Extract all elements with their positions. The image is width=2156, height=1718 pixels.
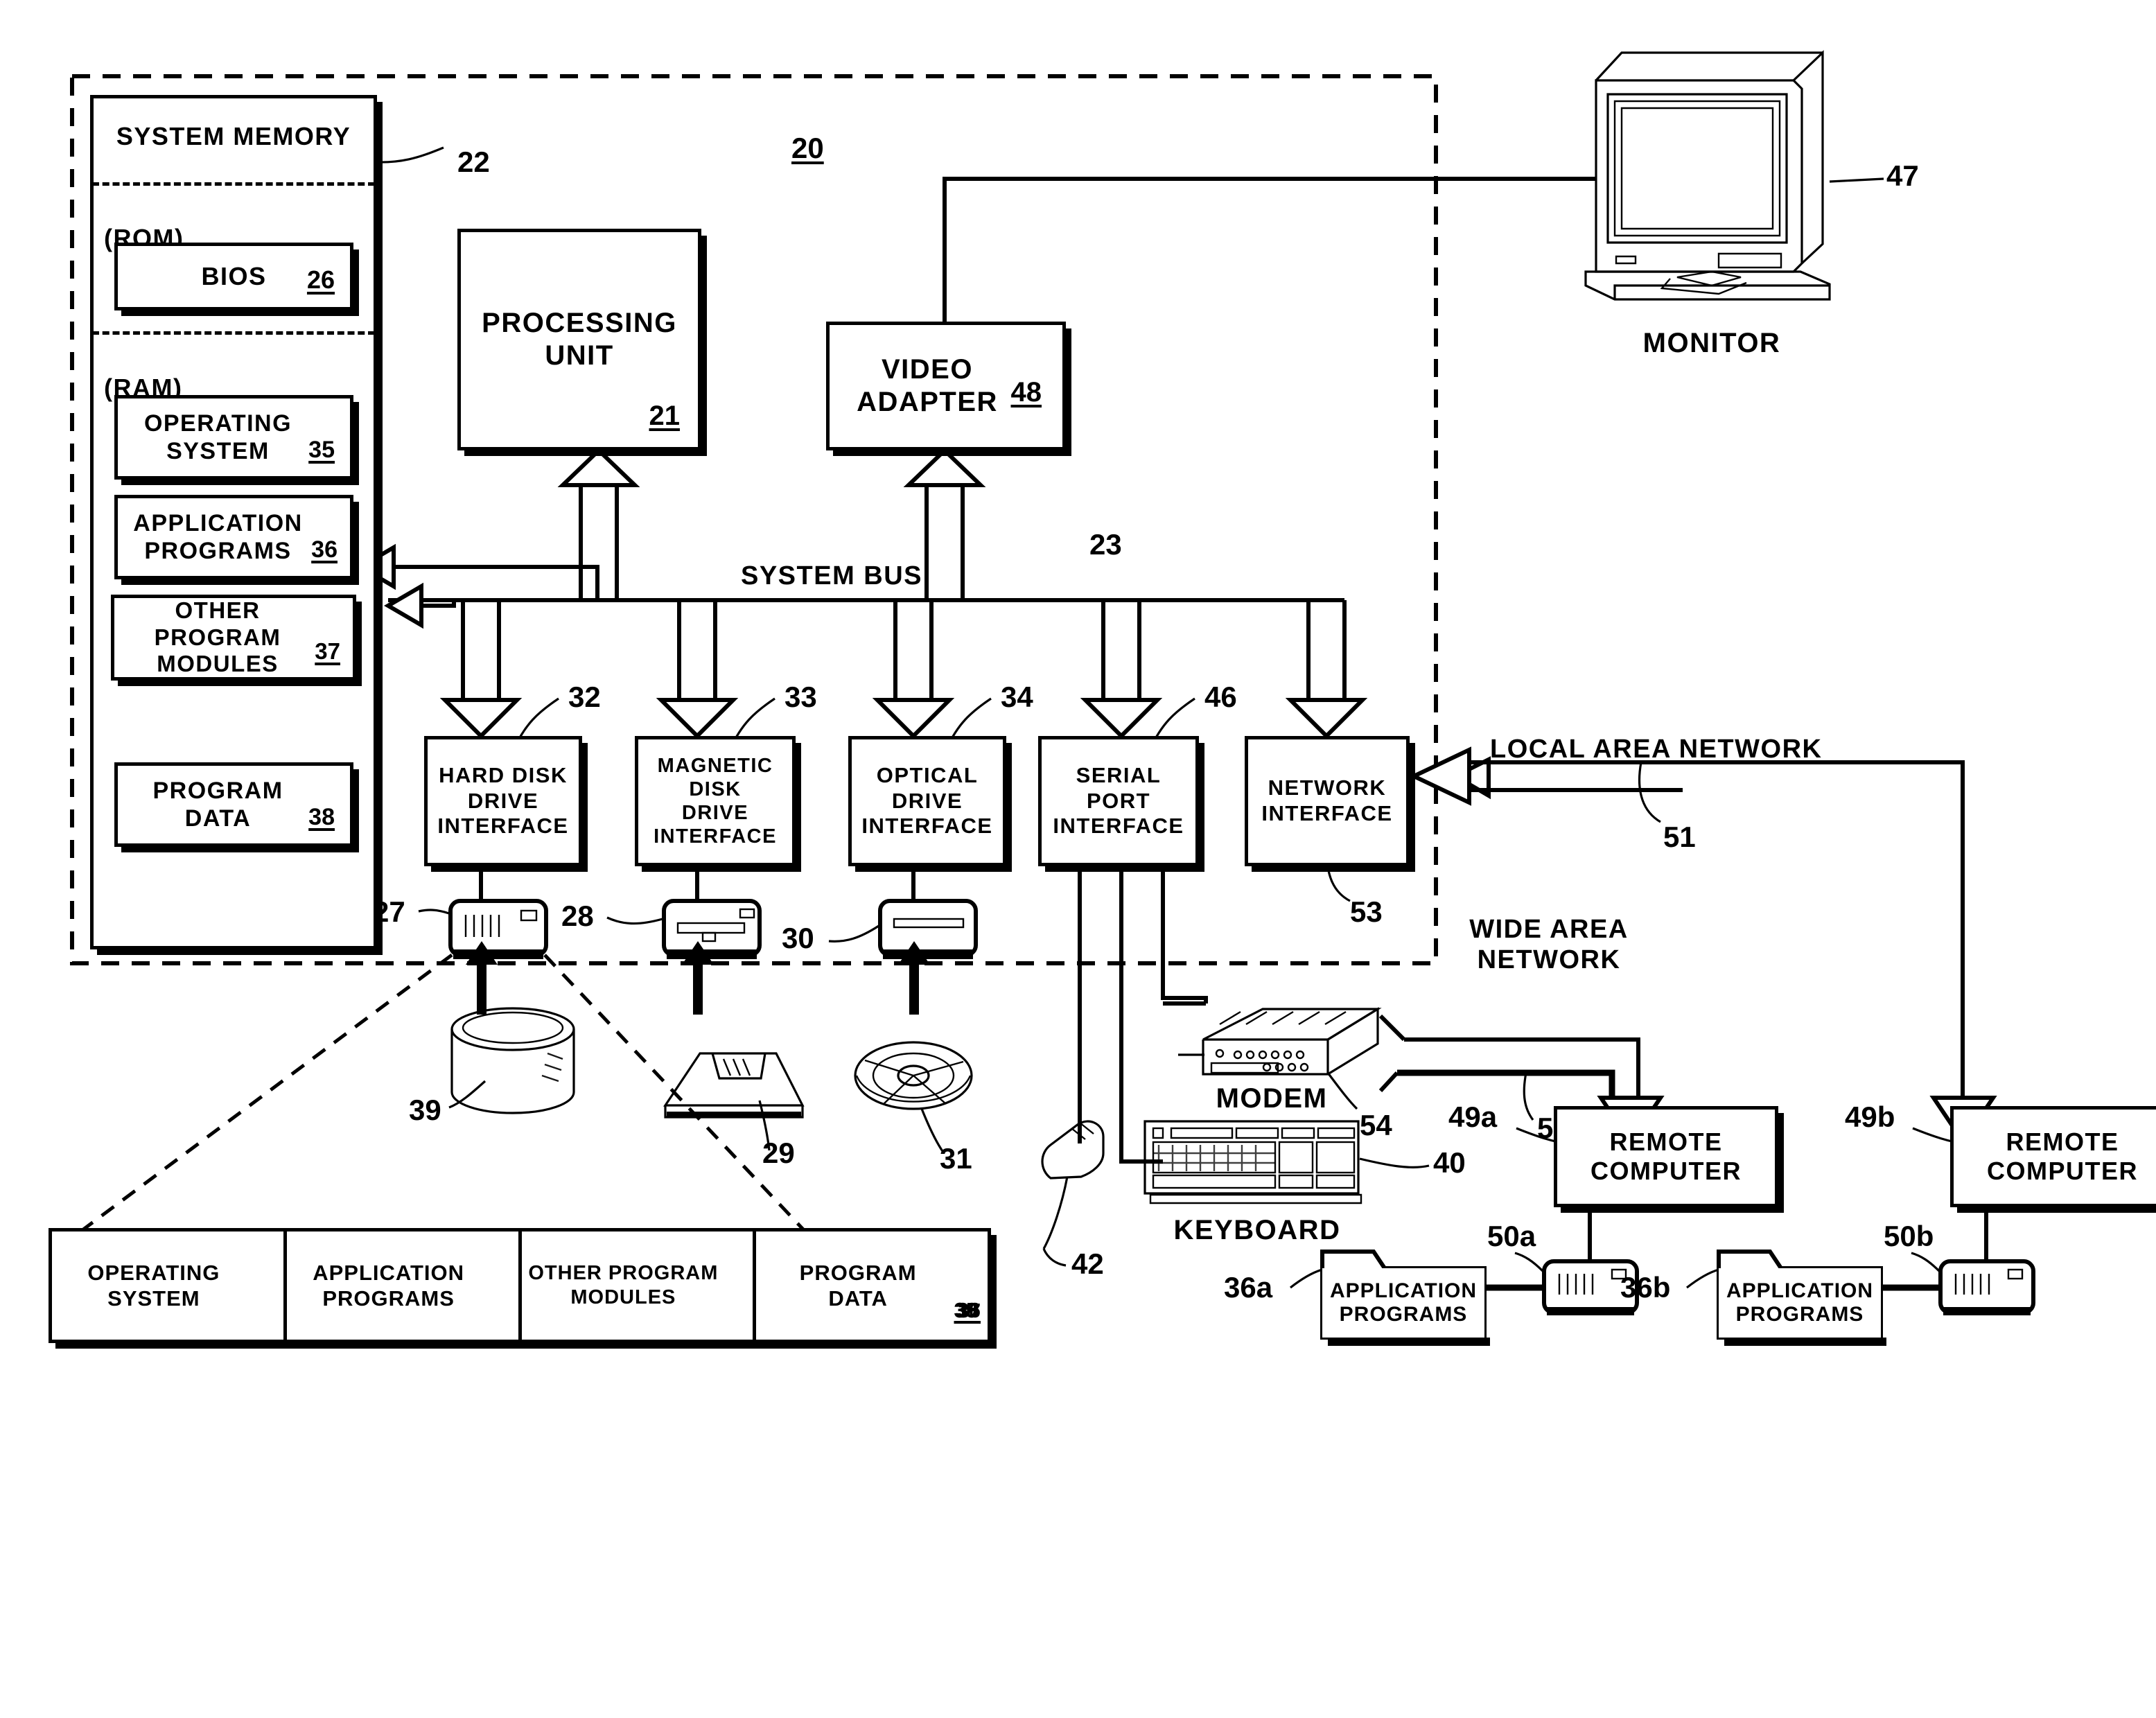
magnetic-disk-drive-interface-ref: 33: [785, 681, 817, 713]
memory-divider-rom: [92, 182, 375, 186]
mouse-ref: 42: [1071, 1247, 1104, 1280]
storage-cell-operating-system: OPERATING SYSTEM 35: [52, 1231, 978, 1340]
hard-disk-platter-icon: [450, 1007, 575, 1114]
storage-cell-other-program-modules: OTHER PROGRAM MODULES 37: [522, 1231, 981, 1340]
optical-drive-ref: 30: [782, 922, 814, 954]
system-bus-label: SYSTEM BUS: [740, 561, 923, 590]
system-bus-ref: 23: [1089, 528, 1122, 561]
remote-computer-b-label: REMOTE COMPUTER: [1987, 1127, 2138, 1185]
floppy-diskette-ref: 29: [762, 1137, 795, 1169]
application-programs-label: APPLICATION PROGRAMS: [133, 509, 303, 564]
serial-port-interface-label: SERIAL PORT INTERFACE: [1053, 763, 1184, 839]
remote-drive-b-icon: [1938, 1259, 2035, 1315]
video-adapter-label: VIDEO ADAPTER: [857, 353, 998, 417]
network-interface-box: NETWORK INTERFACE: [1245, 736, 1410, 866]
hard-disk-platter-ref: 39: [409, 1094, 441, 1126]
optical-drive-icon: [878, 899, 978, 959]
video-adapter-box: VIDEO ADAPTER 48: [826, 322, 1066, 450]
storage-application-programs-label: APPLICATION PROGRAMS: [313, 1260, 465, 1311]
video-adapter-ref: 48: [1010, 377, 1042, 407]
memory-ref-22: 22: [457, 146, 490, 178]
optical-drive-interface-ref: 34: [1001, 681, 1033, 713]
magnetic-disk-drive-ref: 28: [561, 900, 594, 932]
bios-box: BIOS 26: [114, 243, 353, 310]
optical-drive-interface-label: OPTICAL DRIVE INTERFACE: [861, 763, 993, 839]
monitor-icon: [1584, 50, 1831, 301]
serial-port-interface-ref: 46: [1204, 681, 1237, 713]
hard-disk-drive-interface-ref: 32: [568, 681, 601, 713]
remote-computer-a-label: REMOTE COMPUTER: [1590, 1127, 1742, 1185]
magnetic-disk-drive-interface-box: MAGNETIC DISK DRIVE INTERFACE: [635, 736, 796, 866]
operating-system-label: OPERATING SYSTEM: [143, 410, 292, 464]
storage-operating-system-label: OPERATING SYSTEM: [87, 1260, 220, 1311]
ram-item-operating-system: OPERATING SYSTEM 35: [114, 395, 353, 480]
local-area-network-label: LOCAL AREA NETWORK: [1490, 735, 1823, 764]
program-data-label: PROGRAM DATA: [152, 777, 283, 832]
remote-drive-b-ref: 50b: [1884, 1220, 1934, 1252]
mouse-icon: [1041, 1120, 1105, 1250]
program-data-ref: 38: [308, 804, 335, 830]
remote-computer-b-box: REMOTE COMPUTER: [1950, 1106, 2156, 1207]
modem-label: MODEM: [1216, 1083, 1328, 1114]
modem-icon: [1178, 1007, 1382, 1076]
remote-application-programs-b-ref: 36b: [1620, 1271, 1671, 1304]
remote-application-programs-a-ref: 36a: [1224, 1271, 1273, 1304]
remote-application-programs-b-label: APPLICATION PROGRAMS: [1726, 1279, 1874, 1326]
ram-item-other-program-modules: OTHER PROGRAM MODULES 37: [111, 595, 356, 681]
hard-disk-drive-icon: [448, 899, 548, 959]
storage-cell-program-data: PROGRAM DATA 38: [756, 1231, 988, 1340]
system-memory-title: SYSTEM MEMORY: [116, 122, 351, 150]
patent-figure: .ln { stroke:#000; stroke-width:6; fill:…: [0, 0, 2156, 1718]
network-interface-label: NETWORK INTERFACE: [1261, 775, 1393, 825]
storage-other-program-modules-label: OTHER PROGRAM MODULES: [528, 1262, 719, 1308]
storage-program-data-label: PROGRAM DATA: [799, 1260, 917, 1311]
wide-area-network-label: WIDE AREA NETWORK: [1469, 915, 1629, 974]
optical-drive-interface-box: OPTICAL DRIVE INTERFACE: [848, 736, 1006, 866]
storage-contents-strip: OPERATING SYSTEM 35 APPLICATION PROGRAMS…: [49, 1228, 991, 1343]
keyboard-icon: [1143, 1120, 1362, 1204]
application-programs-ref: 36: [311, 536, 338, 563]
keyboard-label: KEYBOARD: [1173, 1215, 1341, 1245]
storage-cell-application-programs: APPLICATION PROGRAMS 36: [287, 1231, 981, 1340]
network-interface-ref: 53: [1350, 895, 1383, 928]
other-program-modules-label: OTHER PROGRAM MODULES: [154, 597, 281, 677]
hard-disk-drive-ref: 27: [373, 895, 405, 928]
storage-program-data-ref: 38: [954, 1298, 978, 1322]
operating-system-ref: 35: [308, 437, 335, 463]
serial-port-interface-box: SERIAL PORT INTERFACE: [1038, 736, 1199, 866]
local-area-network-ref: 51: [1663, 821, 1696, 853]
bios-ref: 26: [306, 265, 335, 294]
remote-computer-a-box: REMOTE COMPUTER: [1554, 1106, 1778, 1207]
optical-disc-icon: [854, 1041, 973, 1110]
memory-divider-ram: [92, 331, 375, 335]
ram-item-application-programs: APPLICATION PROGRAMS 36: [114, 495, 353, 579]
system-ref-20: 20: [791, 132, 824, 164]
processing-unit-label: PROCESSING UNIT: [482, 307, 677, 371]
keyboard-ref: 40: [1433, 1146, 1466, 1179]
monitor-label: MONITOR: [1642, 328, 1781, 358]
processing-unit-ref: 21: [649, 401, 681, 431]
floppy-diskette-icon: [663, 1052, 805, 1119]
remote-application-programs-b: APPLICATION PROGRAMS: [1719, 1268, 1881, 1338]
ram-item-program-data: PROGRAM DATA 38: [114, 762, 353, 847]
modem-ref: 54: [1360, 1109, 1392, 1141]
optical-disc-ref: 31: [940, 1142, 972, 1175]
hard-disk-drive-interface-box: HARD DISK DRIVE INTERFACE: [424, 736, 582, 866]
other-program-modules-ref: 37: [315, 638, 340, 664]
bios-label: BIOS: [201, 261, 267, 290]
magnetic-disk-drive-icon: [662, 899, 762, 959]
processing-unit-box: PROCESSING UNIT 21: [457, 229, 701, 450]
remote-computer-a-ref: 49a: [1448, 1101, 1498, 1133]
remote-drive-a-ref: 50a: [1487, 1220, 1536, 1252]
remote-application-programs-a: APPLICATION PROGRAMS: [1322, 1268, 1484, 1338]
monitor-ref: 47: [1886, 159, 1919, 192]
hard-disk-drive-interface-label: HARD DISK DRIVE INTERFACE: [437, 763, 569, 839]
remote-computer-b-ref: 49b: [1845, 1101, 1895, 1133]
magnetic-disk-drive-interface-label: MAGNETIC DISK DRIVE INTERFACE: [654, 754, 777, 848]
remote-application-programs-a-label: APPLICATION PROGRAMS: [1329, 1279, 1478, 1326]
